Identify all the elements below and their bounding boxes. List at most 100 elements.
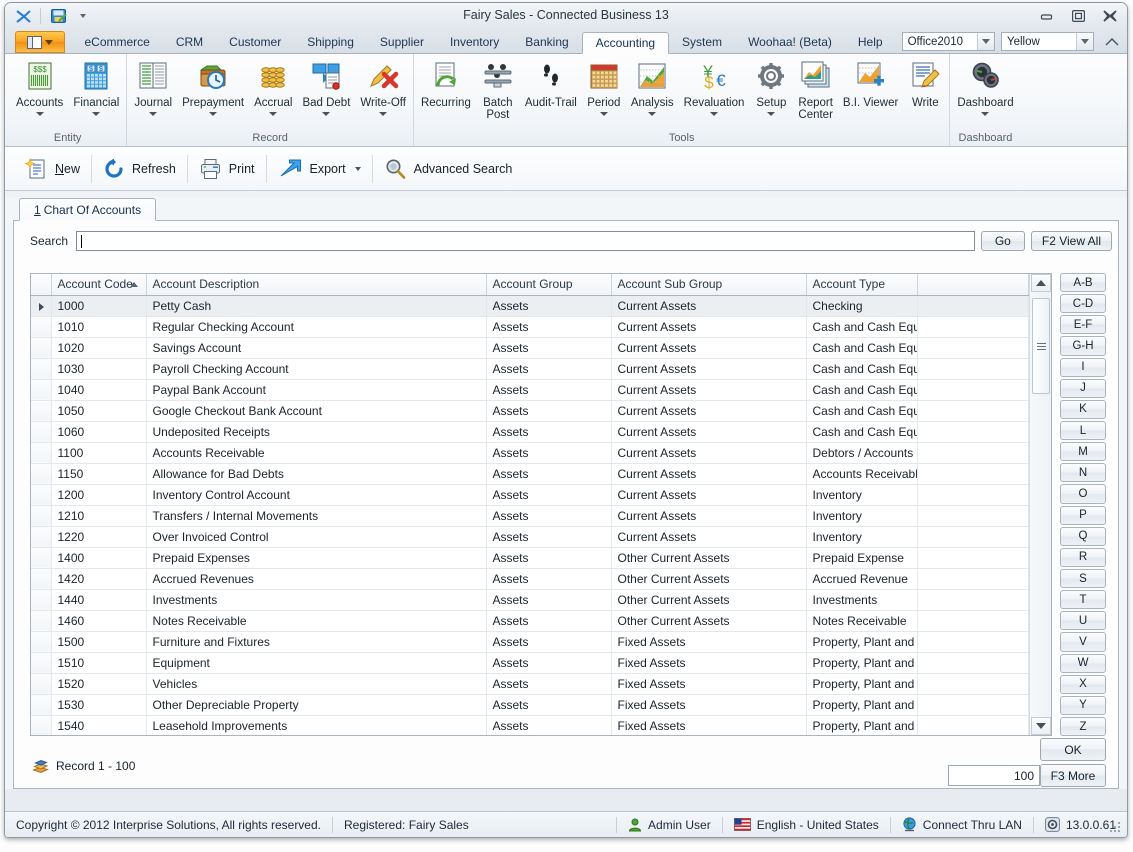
cell-account-description[interactable]: Transfers / Internal Movements: [146, 505, 487, 527]
row-indicator[interactable]: [31, 463, 52, 485]
row-indicator[interactable]: [31, 505, 52, 527]
cell-account-sub-group[interactable]: Current Assets: [611, 442, 807, 464]
cell-account-group[interactable]: Assets: [486, 673, 612, 695]
export-button[interactable]: Export: [267, 152, 372, 186]
minimize-ribbon-icon[interactable]: [1102, 31, 1121, 51]
table-row[interactable]: 1150 Allowance for Bad Debts Assets Current…: [31, 463, 1029, 485]
application-menu-button[interactable]: [15, 31, 66, 53]
row-indicator[interactable]: [31, 295, 52, 317]
cell-account-description[interactable]: Investments: [146, 589, 487, 611]
cell-account-sub-group[interactable]: Fixed Assets: [611, 631, 807, 653]
alpha-filter-u[interactable]: U: [1060, 611, 1106, 631]
cell-account-type[interactable]: Inventory: [806, 505, 918, 527]
connection-indicator[interactable]: Connect Thru LAN: [891, 817, 1033, 832]
table-row[interactable]: 1100 Accounts Receivable Assets Current Ass…: [31, 442, 1029, 464]
ribbon-button-report[interactable]: Report Center: [793, 58, 838, 121]
scroll-down-button[interactable]: [1031, 717, 1051, 735]
column-header-account-group[interactable]: Account Group: [486, 274, 612, 296]
alpha-filter-r[interactable]: R: [1060, 547, 1106, 567]
cell-account-group[interactable]: Assets: [486, 400, 612, 422]
cell-account-description[interactable]: Payroll Checking Account: [146, 358, 487, 380]
table-row[interactable]: 1050 Google Checkout Bank Account Assets Cu…: [31, 400, 1029, 422]
cell-account-type[interactable]: Prepaid Expense: [806, 547, 918, 569]
cell-account-type[interactable]: Property, Plant and Equipment: [806, 631, 918, 653]
cell-account-sub-group[interactable]: Other Current Assets: [611, 568, 807, 590]
table-row[interactable]: 1040 Paypal Bank Account Assets Current Ass…: [31, 379, 1029, 401]
table-row[interactable]: 1530 Other Depreciable Property Assets Fixe…: [31, 694, 1029, 716]
grid-vertical-scrollbar[interactable]: [1029, 274, 1051, 735]
cell-account-sub-group[interactable]: Current Assets: [611, 295, 807, 317]
ribbon-button-analysis[interactable]: Analysis: [626, 58, 679, 116]
search-input[interactable]: [76, 231, 975, 251]
cell-account-sub-group[interactable]: Current Assets: [611, 505, 807, 527]
new-button[interactable]: New: [13, 152, 91, 186]
ribbon-tab-ecommerce[interactable]: eCommerce: [71, 31, 162, 53]
chevron-down-icon[interactable]: [710, 112, 719, 116]
alpha-filter-g-h[interactable]: G-H: [1060, 336, 1106, 356]
ribbon-button-write-off[interactable]: Write-Off: [355, 58, 411, 116]
cell-account-sub-group[interactable]: Fixed Assets: [611, 715, 807, 735]
table-row[interactable]: 1010 Regular Checking Account Assets Curren…: [31, 316, 1029, 338]
ribbon-tab-woohaa-beta[interactable]: Woohaa! (Beta): [735, 31, 845, 53]
alpha-filter-p[interactable]: P: [1060, 505, 1106, 525]
cell-account-description[interactable]: Leasehold Improvements: [146, 715, 487, 735]
cell-account-type[interactable]: Property, Plant and Equipment: [806, 715, 918, 735]
cell-account-code[interactable]: 1200: [51, 484, 147, 506]
theme-combo-dropdown-icon[interactable]: [976, 33, 994, 50]
cell-account-description[interactable]: Inventory Control Account: [146, 484, 487, 506]
cell-account-type[interactable]: Investments: [806, 589, 918, 611]
cell-account-type[interactable]: Accrued Revenue: [806, 568, 918, 590]
ribbon-button-journal[interactable]: Journal: [129, 58, 177, 116]
cell-account-code[interactable]: 1540: [51, 715, 147, 735]
row-indicator[interactable]: [31, 526, 52, 548]
alpha-filter-m[interactable]: M: [1060, 442, 1106, 462]
table-row[interactable]: 1420 Accrued Revenues Assets Other Current …: [31, 568, 1029, 590]
cell-account-code[interactable]: 1440: [51, 589, 147, 611]
cell-account-group[interactable]: Assets: [486, 715, 612, 735]
chevron-down-icon[interactable]: [35, 112, 44, 116]
cell-account-description[interactable]: Vehicles: [146, 673, 487, 695]
cell-account-sub-group[interactable]: Current Assets: [611, 358, 807, 380]
cell-account-group[interactable]: Assets: [486, 421, 612, 443]
cell-account-code[interactable]: 1210: [51, 505, 147, 527]
cell-account-type[interactable]: Property, Plant and Equipment: [806, 652, 918, 674]
alpha-filter-s[interactable]: S: [1060, 568, 1106, 589]
cell-account-description[interactable]: Regular Checking Account: [146, 316, 487, 338]
table-row[interactable]: 1540 Leasehold Improvements Assets Fixed As…: [31, 715, 1029, 735]
ribbon-tab-help[interactable]: Help: [845, 31, 896, 53]
row-indicator[interactable]: [31, 358, 52, 380]
cell-account-description[interactable]: Accrued Revenues: [146, 568, 487, 590]
alpha-filter-y[interactable]: Y: [1060, 695, 1106, 715]
row-indicator[interactable]: [31, 316, 52, 338]
scrollbar-thumb[interactable]: [1032, 298, 1050, 394]
cell-account-description[interactable]: Paypal Bank Account: [146, 379, 487, 401]
cell-account-group[interactable]: Assets: [486, 526, 612, 548]
cell-account-description[interactable]: Savings Account: [146, 337, 487, 359]
more-button[interactable]: F3 More: [1040, 764, 1106, 787]
cell-account-group[interactable]: Assets: [486, 694, 612, 716]
cell-account-type[interactable]: Debtors / Accounts Receivables: [806, 442, 918, 464]
cell-account-type[interactable]: Cash and Cash Equivalents: [806, 358, 918, 380]
alpha-filter-v[interactable]: V: [1060, 632, 1106, 652]
cell-account-group[interactable]: Assets: [486, 568, 612, 590]
column-header-account-description[interactable]: Account Description: [146, 274, 487, 296]
refresh-button[interactable]: Refresh: [92, 152, 187, 186]
color-combo[interactable]: Yellow: [1000, 32, 1095, 51]
ribbon-button-setup[interactable]: Setup: [749, 58, 793, 116]
ribbon-button-dashboard[interactable]: Dashboard: [952, 58, 1018, 116]
scroll-up-button[interactable]: [1031, 274, 1051, 292]
cell-account-type[interactable]: Accounts Receivable: [806, 463, 918, 485]
cell-account-sub-group[interactable]: Current Assets: [611, 400, 807, 422]
row-indicator[interactable]: [31, 547, 52, 569]
cell-account-description[interactable]: Furniture and Fixtures: [146, 631, 487, 653]
cell-account-type[interactable]: Cash and Cash Equivalents: [806, 316, 918, 338]
cell-account-description[interactable]: Undeposited Receipts: [146, 421, 487, 443]
cell-account-group[interactable]: Assets: [486, 610, 612, 632]
document-tab-chart-of-accounts[interactable]: 1 Chart Of Accounts: [19, 198, 157, 221]
chevron-down-icon[interactable]: [599, 112, 608, 116]
alpha-filter-k[interactable]: K: [1060, 399, 1106, 419]
cell-account-group[interactable]: Assets: [486, 484, 612, 506]
cell-account-code[interactable]: 1420: [51, 568, 147, 590]
cell-account-group[interactable]: Assets: [486, 547, 612, 569]
alpha-filter-i[interactable]: I: [1060, 357, 1106, 377]
